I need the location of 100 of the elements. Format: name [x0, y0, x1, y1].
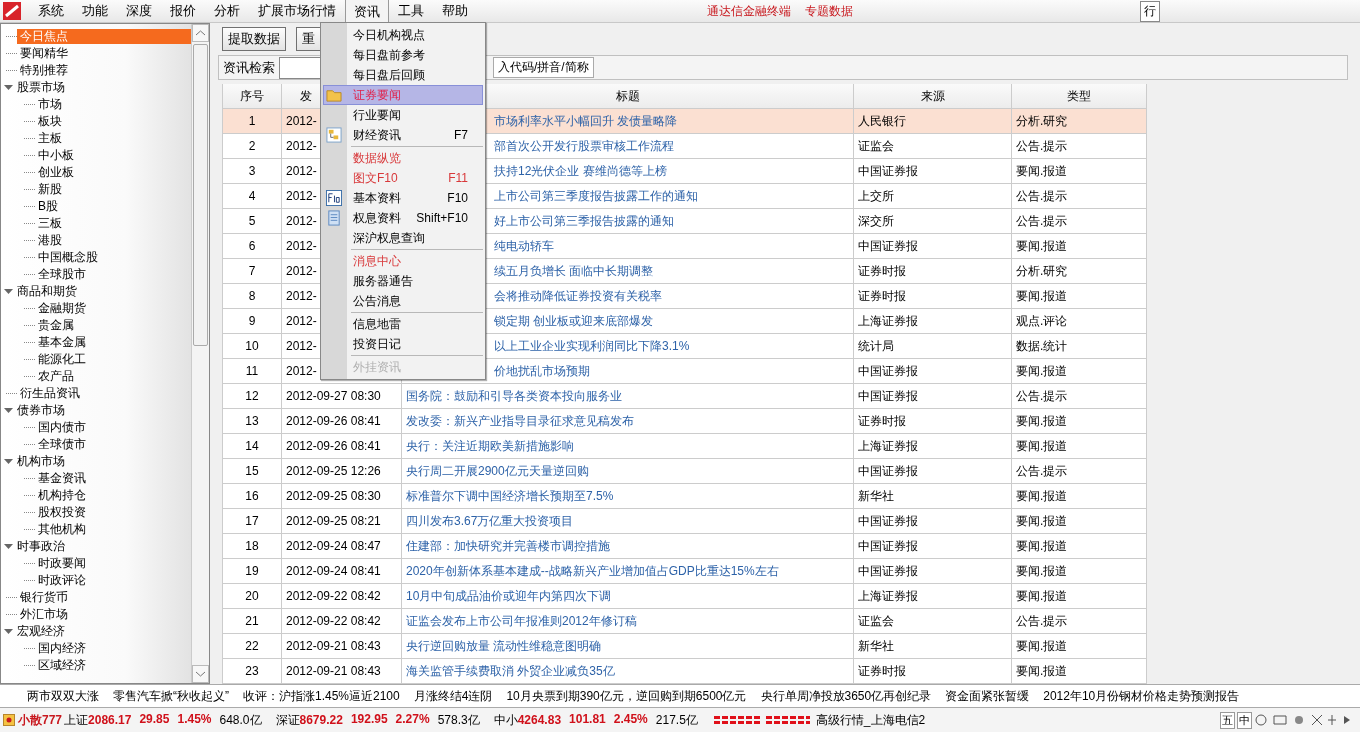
news-title-link[interactable]: 国务院：鼓励和引导各类资本投向服务业: [402, 384, 854, 409]
tree-item[interactable]: 要闻精华: [17, 46, 71, 61]
caret-up-icon: [196, 30, 205, 36]
menu-item[interactable]: 报价: [161, 0, 205, 24]
tree-item[interactable]: 贵金属: [35, 318, 77, 333]
tree-item[interactable]: 农产品: [35, 369, 77, 384]
toolbar-button[interactable]: 行: [1140, 0, 1160, 22]
menu-item[interactable]: 扩展市场行情: [249, 0, 345, 24]
collapse-arrow-icon[interactable]: [4, 287, 13, 296]
table-cell: 上海证券报: [854, 434, 1012, 459]
table-cell: 证监会: [854, 134, 1012, 159]
tree-item[interactable]: 金融期货: [35, 301, 89, 316]
tree-item[interactable]: 时政要闻: [35, 556, 89, 571]
scrollbar-thumb[interactable]: [193, 44, 208, 346]
ticker-headline[interactable]: 10月央票到期390亿元，逆回购到期6500亿元: [506, 687, 747, 705]
menu-option[interactable]: 今日机构视点: [323, 25, 483, 45]
menu-option[interactable]: 财经资讯 F7: [323, 125, 483, 145]
ticker-headline[interactable]: 2012年10月份钢材价格走势预测报告: [1043, 687, 1240, 705]
tree-item[interactable]: 宏观经济: [14, 624, 68, 639]
collapse-arrow-icon[interactable]: [4, 542, 13, 551]
tree-item[interactable]: 衍生品资讯: [17, 386, 83, 401]
tree-item[interactable]: 其他机构: [35, 522, 89, 537]
table-cell: 要闻.报道: [1012, 359, 1147, 384]
tree-item[interactable]: 全球债市: [35, 437, 89, 452]
ticker-headline[interactable]: 收评：沪指涨1.45%逼近2100: [243, 687, 400, 705]
news-title-link[interactable]: 央行周二开展2900亿元天量逆回购: [402, 459, 854, 484]
tree-item[interactable]: 板块: [35, 114, 65, 129]
tree-item[interactable]: 时事政治: [14, 539, 68, 554]
menu-item[interactable]: 工具: [389, 0, 433, 24]
tree-item[interactable]: 股票市场: [14, 80, 68, 95]
tree-item[interactable]: 股权投资: [35, 505, 89, 520]
table-cell: 中国证券报: [854, 534, 1012, 559]
tree-item[interactable]: 国内债市: [35, 420, 89, 435]
tree-item[interactable]: 市场: [35, 97, 65, 112]
table-cell: 2012-09-24 08:47: [282, 534, 402, 559]
table-cell: 新华社: [854, 484, 1012, 509]
table-cell: 新华社: [854, 634, 1012, 659]
column-header[interactable]: 来源: [854, 84, 1012, 109]
tree-item[interactable]: 全球股市: [35, 267, 89, 282]
table-cell: 公告.提示: [1012, 384, 1147, 409]
tree-item[interactable]: 时政评论: [35, 573, 89, 588]
header-link[interactable]: 专题数据: [805, 2, 853, 20]
column-header[interactable]: 类型: [1012, 84, 1147, 109]
ticker-headline[interactable]: 两市双双大涨: [27, 687, 99, 705]
news-title-link[interactable]: 证监会发布上市公司年报准则2012年修订稿: [402, 609, 854, 634]
toolbar-button[interactable]: 提取数据: [222, 27, 286, 51]
table-cell: 10: [223, 334, 282, 359]
collapse-arrow-icon[interactable]: [4, 457, 13, 466]
collapse-arrow-icon[interactable]: [4, 83, 13, 92]
news-title-link[interactable]: 住建部：加快研究并完善楼市调控措施: [402, 534, 854, 559]
table-cell: 要闻.报道: [1012, 559, 1147, 584]
ticker-headline[interactable]: 零售汽车掀“秋收起义”: [113, 687, 229, 705]
news-title-link[interactable]: 央行：关注近期欧美新措施影响: [402, 434, 854, 459]
toolbar-button[interactable]: 重: [296, 27, 321, 51]
code-input-field[interactable]: 入代码/拼音/简称: [493, 57, 594, 78]
tree-item[interactable]: 国内经济: [35, 641, 89, 656]
column-header[interactable]: 序号: [223, 84, 282, 109]
menu-item[interactable]: 分析: [205, 0, 249, 24]
ticker-headline[interactable]: 资金面紧张暂缓: [945, 687, 1030, 705]
tree-item[interactable]: 银行货币: [17, 590, 71, 605]
tray-key[interactable]: 中: [1237, 711, 1252, 729]
collapse-arrow-icon[interactable]: [4, 406, 13, 415]
header-link[interactable]: 通达信金融终端: [707, 2, 791, 20]
tree-item[interactable]: 机构市场: [14, 454, 68, 469]
tree-item[interactable]: 机构持仓: [35, 488, 89, 503]
news-title-link[interactable]: 四川发布3.67万亿重大投资项目: [402, 509, 854, 534]
menu-item[interactable]: 深度: [117, 0, 161, 24]
news-title-link[interactable]: 央行逆回购放量 流动性维稳意图明确: [402, 634, 854, 659]
ticker-headline[interactable]: 月涨终结4连阴: [413, 687, 493, 705]
index-amount: 578.3亿: [437, 711, 480, 729]
tree-item[interactable]: 创业板: [35, 165, 77, 180]
tree-item[interactable]: 外汇市场: [17, 607, 71, 622]
tree-item[interactable]: 三板: [35, 216, 65, 231]
news-title-link[interactable]: 2020年创新体系基本建成--战略新兴产业增加值占GDP比重达15%左右: [402, 559, 854, 584]
tree-item[interactable]: 中小板: [35, 148, 77, 163]
tree-item[interactable]: 特别推荐: [17, 63, 71, 78]
tree-item[interactable]: 能源化工: [35, 352, 89, 367]
tree-item[interactable]: 区域经济: [35, 658, 89, 673]
table-cell: 6: [223, 234, 282, 259]
tree-item[interactable]: B股: [35, 199, 61, 214]
menu-item[interactable]: 资讯: [345, 0, 389, 24]
tray-key[interactable]: 五: [1220, 711, 1235, 729]
tree-item[interactable]: 债券市场: [14, 403, 68, 418]
tree-item[interactable]: 主板: [35, 131, 65, 146]
news-title-link[interactable]: 标准普尔下调中国经济增长预期至7.5%: [402, 484, 854, 509]
news-title-link[interactable]: 发改委：新兴产业指导目录征求意见稿发布: [402, 409, 854, 434]
menu-item[interactable]: 帮助: [433, 0, 477, 24]
tree-item[interactable]: 中国概念股: [35, 250, 101, 265]
menu-item[interactable]: 系统: [29, 0, 73, 24]
tree-item[interactable]: 商品和期货: [14, 284, 80, 299]
tree-item[interactable]: 基金资讯: [35, 471, 89, 486]
menu-option[interactable]: 每日盘后回顾: [323, 65, 483, 85]
collapse-arrow-icon[interactable]: [4, 627, 13, 636]
tree-item[interactable]: 新股: [35, 182, 65, 197]
tree-item[interactable]: 基本金属: [35, 335, 89, 350]
menu-option[interactable]: 每日盘前参考: [323, 45, 483, 65]
news-title-link[interactable]: 10月中旬成品油价或迎年内第四次下调: [402, 584, 854, 609]
tree-item[interactable]: 港股: [35, 233, 65, 248]
menu-item[interactable]: 功能: [73, 0, 117, 24]
ticker-headline[interactable]: 央行单周净投放3650亿再创纪录: [760, 687, 932, 705]
